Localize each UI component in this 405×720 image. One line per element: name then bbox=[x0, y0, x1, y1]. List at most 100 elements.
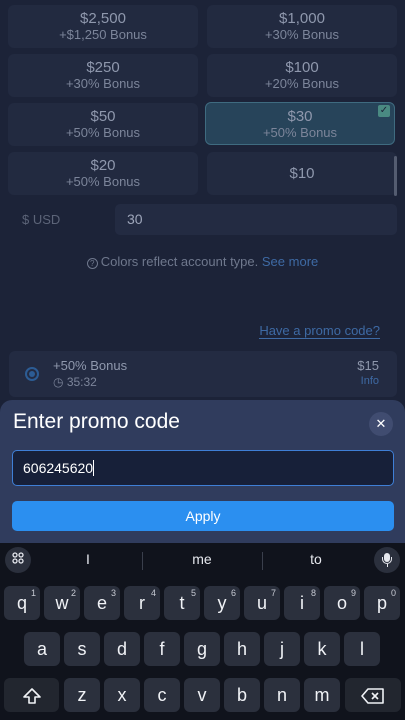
key-b[interactable]: b bbox=[224, 678, 260, 712]
tile-bonus: +30% Bonus bbox=[264, 27, 340, 42]
key-n[interactable]: n bbox=[264, 678, 300, 712]
text-caret bbox=[93, 460, 95, 476]
tile-amount: $20 bbox=[90, 157, 116, 174]
tile-bonus: +30% Bonus bbox=[65, 76, 141, 91]
key-r[interactable]: r4 bbox=[124, 586, 160, 620]
shift-icon bbox=[22, 685, 42, 705]
promo-code-value: 606245620 bbox=[23, 460, 94, 476]
key-a[interactable]: a bbox=[24, 632, 60, 666]
key-hint: 5 bbox=[190, 588, 196, 598]
key-z[interactable]: z bbox=[64, 678, 100, 712]
key-g[interactable]: g bbox=[184, 632, 220, 666]
key-p[interactable]: p0 bbox=[364, 586, 400, 620]
tile-amount: $30 bbox=[287, 108, 313, 125]
key-x[interactable]: x bbox=[104, 678, 140, 712]
suggestion-divider bbox=[142, 552, 143, 570]
amount-tile-2500[interactable]: $2,500 +$1,250 Bonus bbox=[8, 5, 198, 48]
key-y[interactable]: y6 bbox=[204, 586, 240, 620]
keyboard: I me to q1w2e3r4t5y6u7i8o9p0 asdfghjkl z… bbox=[0, 543, 405, 720]
key-hint: 0 bbox=[390, 588, 396, 598]
key-label: y bbox=[217, 593, 227, 613]
clock-icon: ◷ bbox=[53, 375, 64, 389]
currency-label: $ USD bbox=[22, 212, 61, 227]
key-label: o bbox=[336, 593, 347, 613]
key-label: e bbox=[96, 593, 107, 613]
bonus-info-link[interactable]: Info bbox=[361, 375, 379, 387]
key-o[interactable]: o9 bbox=[324, 586, 360, 620]
tile-amount: $250 bbox=[86, 59, 120, 76]
colors-note: ? Colors reflect account type. See more bbox=[0, 254, 405, 269]
key-label: q bbox=[16, 593, 27, 613]
key-s[interactable]: s bbox=[64, 632, 100, 666]
key-label: p bbox=[376, 593, 387, 613]
amount-tile-1000[interactable]: $1,000 +30% Bonus bbox=[207, 5, 397, 48]
tile-amount: $10 bbox=[289, 165, 315, 182]
key-hint: 9 bbox=[350, 588, 356, 598]
key-m[interactable]: m bbox=[304, 678, 340, 712]
amount-tile-250[interactable]: $250 +30% Bonus bbox=[8, 54, 198, 97]
apply-button[interactable]: Apply bbox=[12, 501, 394, 531]
bonus-price: $15 bbox=[357, 358, 379, 373]
amount-tile-100[interactable]: $100 +20% Bonus bbox=[207, 54, 397, 97]
tile-bonus: +50% Bonus bbox=[65, 174, 141, 189]
suggestion-3[interactable]: to bbox=[281, 551, 351, 567]
tile-bonus: +50% Bonus bbox=[262, 125, 338, 140]
bonus-radio[interactable] bbox=[25, 367, 39, 381]
key-label: t bbox=[179, 593, 185, 613]
suggestion-divider bbox=[262, 552, 263, 570]
keyboard-menu-button[interactable] bbox=[5, 547, 31, 573]
bonus-title: +50% Bonus bbox=[53, 358, 128, 373]
key-w[interactable]: w2 bbox=[44, 586, 80, 620]
tile-bonus: +$1,250 Bonus bbox=[59, 27, 147, 42]
backspace-icon bbox=[361, 685, 385, 705]
backspace-key[interactable] bbox=[345, 678, 401, 712]
tile-amount: $1,000 bbox=[279, 10, 325, 27]
check-icon: ✓ bbox=[378, 105, 390, 117]
key-h[interactable]: h bbox=[224, 632, 260, 666]
bonus-card[interactable]: +50% Bonus ◷ 35:32 $15 Info bbox=[9, 351, 397, 397]
key-t[interactable]: t5 bbox=[164, 586, 200, 620]
key-q[interactable]: q1 bbox=[4, 586, 40, 620]
key-hint: 7 bbox=[270, 588, 276, 598]
key-c[interactable]: c bbox=[144, 678, 180, 712]
key-hint: 2 bbox=[70, 588, 76, 598]
key-hint: 1 bbox=[30, 588, 36, 598]
promo-code-sheet: Enter promo code ✕ 606245620 Apply bbox=[0, 400, 405, 543]
key-hint: 3 bbox=[110, 588, 116, 598]
shift-key[interactable] bbox=[4, 678, 59, 712]
key-j[interactable]: j bbox=[264, 632, 300, 666]
key-k[interactable]: k bbox=[304, 632, 340, 666]
key-hint: 4 bbox=[150, 588, 156, 598]
amount-tile-10[interactable]: $10 bbox=[207, 152, 397, 195]
key-e[interactable]: e3 bbox=[84, 586, 120, 620]
close-icon: ✕ bbox=[375, 416, 387, 431]
key-hint: 8 bbox=[310, 588, 316, 598]
scrollbar[interactable] bbox=[394, 156, 397, 196]
tile-bonus: +50% Bonus bbox=[65, 125, 141, 140]
sheet-title: Enter promo code bbox=[13, 410, 180, 433]
key-hint: 6 bbox=[230, 588, 236, 598]
mic-button[interactable] bbox=[374, 547, 400, 573]
close-button[interactable]: ✕ bbox=[369, 412, 393, 436]
key-d[interactable]: d bbox=[104, 632, 140, 666]
key-f[interactable]: f bbox=[144, 632, 180, 666]
promo-code-link[interactable]: Have a promo code? bbox=[259, 324, 380, 339]
key-label: u bbox=[256, 593, 267, 613]
timer-value: 35:32 bbox=[66, 375, 97, 389]
key-label: i bbox=[300, 593, 304, 613]
key-l[interactable]: l bbox=[344, 632, 380, 666]
tile-amount: $50 bbox=[90, 108, 116, 125]
key-u[interactable]: u7 bbox=[244, 586, 280, 620]
key-v[interactable]: v bbox=[184, 678, 220, 712]
suggestion-2[interactable]: me bbox=[167, 551, 237, 567]
promo-code-input[interactable]: 606245620 bbox=[12, 450, 394, 486]
suggestion-1[interactable]: I bbox=[53, 551, 123, 567]
amount-input[interactable]: 30 bbox=[115, 204, 397, 235]
amount-tile-50[interactable]: $50 +50% Bonus bbox=[8, 103, 198, 146]
tile-bonus: +20% Bonus bbox=[264, 76, 340, 91]
see-more-link[interactable]: See more bbox=[262, 254, 318, 269]
amount-tile-30[interactable]: ✓ $30 +50% Bonus bbox=[205, 102, 395, 145]
deposit-screen: $2,500 +$1,250 Bonus $1,000 +30% Bonus $… bbox=[0, 0, 405, 400]
key-i[interactable]: i8 bbox=[284, 586, 320, 620]
amount-tile-20[interactable]: $20 +50% Bonus bbox=[8, 152, 198, 195]
